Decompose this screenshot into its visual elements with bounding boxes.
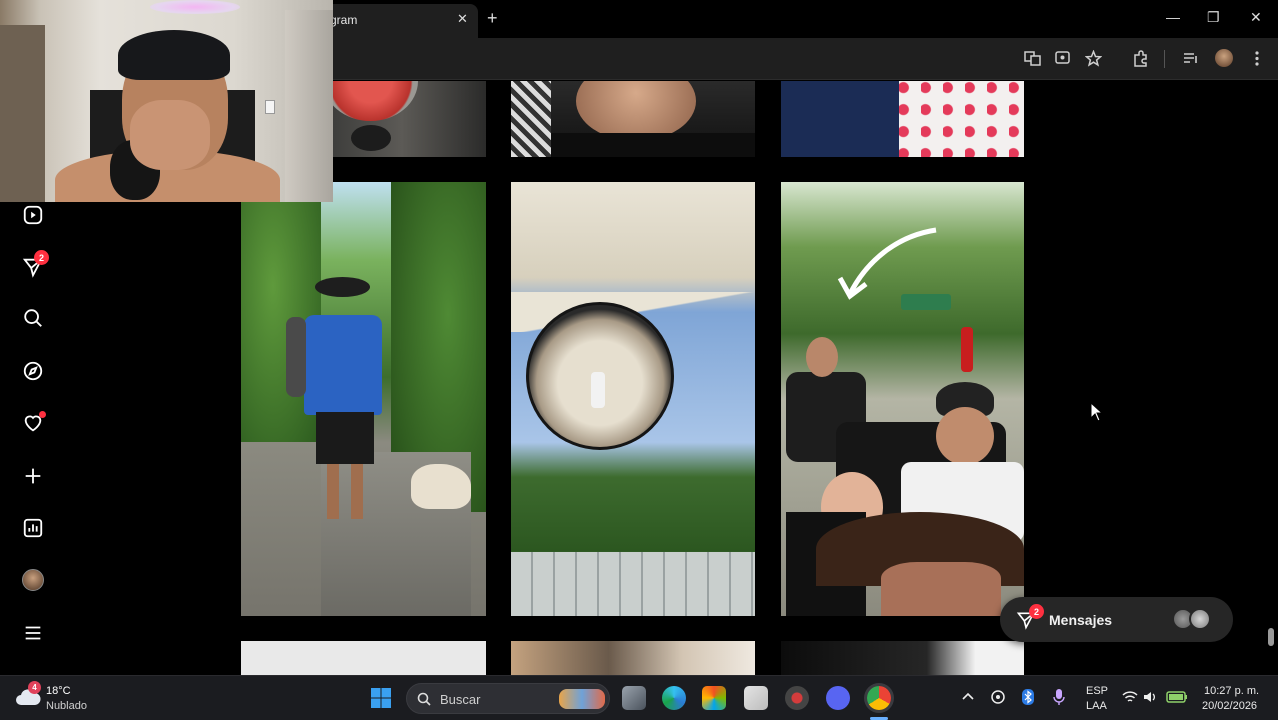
reels-icon[interactable] — [20, 202, 46, 228]
weather-condition: Nublado — [46, 700, 87, 712]
avatar-icon[interactable] — [20, 567, 46, 593]
bluetooth-icon[interactable] — [1021, 688, 1035, 706]
conversation-avatar — [1189, 608, 1211, 630]
search-placeholder: Buscar — [440, 692, 481, 707]
cast-icon[interactable] — [1054, 50, 1071, 67]
search-icon[interactable] — [20, 305, 46, 331]
minimize-icon[interactable]: — — [1166, 9, 1180, 25]
toolbar-divider — [1164, 50, 1165, 68]
language-top[interactable]: ESP — [1086, 685, 1108, 697]
chart-icon[interactable] — [20, 515, 46, 541]
scrollbar-thumb[interactable] — [1268, 628, 1274, 646]
windows-start-icon[interactable] — [370, 687, 392, 709]
copilot-icon[interactable] — [702, 686, 726, 710]
messages-bar[interactable]: 2 Mensajes — [1000, 597, 1233, 642]
language-bottom[interactable]: LAA — [1086, 700, 1107, 712]
post-thumbnail[interactable] — [781, 81, 1024, 157]
discord-icon[interactable] — [826, 686, 850, 710]
chrome-icon[interactable] — [867, 686, 891, 710]
messages-label: Mensajes — [1049, 612, 1113, 628]
messages-count-badge: 2 — [1029, 604, 1044, 619]
messages-badge: 2 — [34, 250, 49, 265]
post-thumbnail[interactable] — [511, 81, 755, 157]
weather-temp: 18°C — [46, 685, 71, 697]
notification-dot — [39, 411, 46, 418]
tab-close-icon[interactable]: ✕ — [457, 11, 468, 27]
tab-title: gram — [330, 13, 358, 27]
post-thumbnail[interactable] — [511, 641, 755, 675]
send-icon[interactable]: 2 — [20, 250, 49, 280]
post-thumbnail[interactable] — [241, 182, 486, 616]
microphone-icon[interactable] — [1053, 688, 1065, 706]
plus-icon[interactable] — [20, 463, 46, 489]
sidebar: 2 — [0, 205, 68, 675]
post-thumbnail[interactable] — [241, 641, 486, 675]
app-icon[interactable] — [785, 686, 809, 710]
battery-icon[interactable] — [1166, 690, 1188, 704]
screen: gram ✕ + — ❐ ✕ 2 2 Mensajes 4 18°C Nubla… — [0, 0, 1278, 720]
maximize-icon[interactable]: ❐ — [1207, 9, 1220, 26]
post-thumbnail[interactable] — [781, 182, 1024, 616]
wifi-icon[interactable] — [1122, 690, 1138, 704]
store-icon[interactable] — [744, 686, 768, 710]
taskbar: 4 18°C Nublado Buscar ESP LAA 10:27 p. m… — [0, 675, 1278, 720]
search-highlight-icon — [559, 689, 605, 709]
taskbar-search[interactable]: Buscar — [406, 683, 610, 714]
volume-icon[interactable] — [1143, 690, 1157, 704]
profile-avatar[interactable] — [1215, 49, 1233, 67]
heart-icon[interactable] — [20, 410, 46, 436]
chevron-up-icon[interactable] — [962, 691, 974, 701]
location-icon[interactable] — [990, 689, 1006, 705]
translate-icon[interactable] — [1024, 50, 1041, 67]
webcam-overlay — [0, 0, 333, 202]
hamburger-icon[interactable] — [20, 620, 46, 646]
cursor-icon — [1090, 402, 1104, 422]
extensions-icon[interactable] — [1132, 50, 1149, 67]
compass-icon[interactable] — [20, 358, 46, 384]
task-view-icon[interactable] — [622, 686, 646, 710]
new-tab-icon[interactable]: + — [487, 8, 498, 29]
post-thumbnail[interactable] — [781, 641, 1024, 675]
post-thumbnail[interactable] — [511, 182, 755, 616]
post-thumbnail[interactable] — [333, 81, 486, 157]
weather-badge: 4 — [28, 681, 41, 694]
search-icon — [417, 692, 431, 706]
star-icon[interactable] — [1085, 50, 1102, 67]
clock-date[interactable]: 20/02/2026 — [1202, 700, 1257, 712]
media-icon[interactable] — [1182, 50, 1199, 67]
menu-icon[interactable] — [1252, 50, 1262, 67]
close-window-icon[interactable]: ✕ — [1250, 9, 1262, 26]
clock-time[interactable]: 10:27 p. m. — [1204, 685, 1259, 697]
edge-icon[interactable] — [662, 686, 686, 710]
